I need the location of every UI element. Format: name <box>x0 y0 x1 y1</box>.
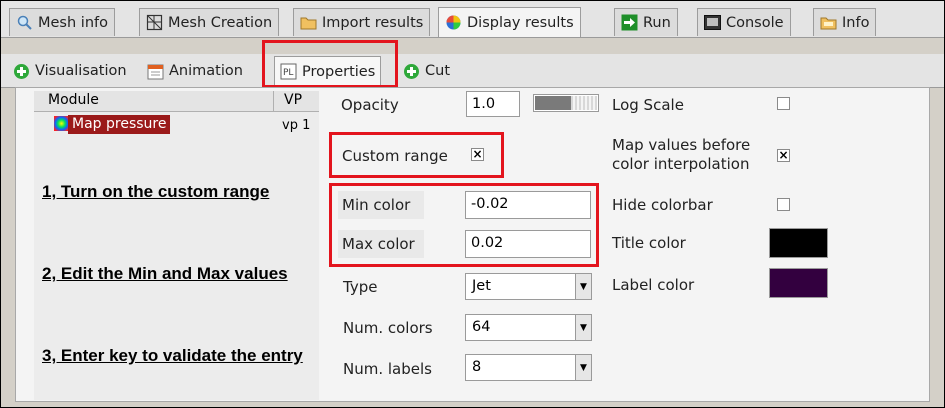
tab-import-results[interactable]: Import results <box>293 8 431 36</box>
num-labels-select[interactable]: 8 ▼ <box>465 354 592 381</box>
min-color-field[interactable]: -0.02 <box>465 191 591 219</box>
main-tab-bar: Mesh info Mesh Creation Import results D… <box>1 1 944 38</box>
hide-colorbar-label: Hide colorbar <box>612 196 713 214</box>
chevron-down-icon[interactable]: ▼ <box>575 315 591 340</box>
arrow-right-icon <box>621 14 638 31</box>
custom-range-label: Custom range <box>342 147 448 165</box>
sub-tab-bar: Visualisation Animation PL Properties Cu… <box>1 54 944 88</box>
tab-cut[interactable]: Cut <box>398 56 455 86</box>
type-select-value: Jet <box>472 278 491 294</box>
terminal-icon <box>704 14 721 31</box>
vp-column-header[interactable]: VP <box>284 92 302 108</box>
num-labels-label: Num. labels <box>343 360 432 378</box>
map-values-label-line2: color interpolation <box>612 155 750 173</box>
properties-tab-highlight <box>262 40 398 88</box>
tab-mesh-creation[interactable]: Mesh Creation <box>139 8 280 36</box>
plus-green-icon <box>13 63 30 80</box>
instruction-2: 2, Edit the Min and Max values <box>42 264 288 283</box>
instruction-3: 3, Enter key to validate the entry <box>42 346 303 365</box>
type-label: Type <box>343 278 378 296</box>
magnifier-icon <box>16 14 33 31</box>
hide-colorbar-checkbox[interactable] <box>777 198 790 211</box>
log-scale-checkbox[interactable] <box>777 97 790 110</box>
chevron-down-icon[interactable]: ▼ <box>575 355 591 380</box>
module-list-header: Module VP <box>34 91 319 112</box>
module-item-vp: vp 1 <box>282 118 311 133</box>
tab-info[interactable]: Info <box>813 8 877 36</box>
opacity-slider-handle[interactable] <box>535 96 571 110</box>
tab-mesh-info[interactable]: Mesh info <box>9 8 115 36</box>
opacity-slider[interactable] <box>533 94 599 112</box>
grid-icon <box>146 14 163 31</box>
num-labels-select-value: 8 <box>472 359 482 375</box>
tab-run[interactable]: Run <box>614 8 678 36</box>
log-scale-label: Log Scale <box>612 96 684 114</box>
label-color-swatch[interactable] <box>769 268 828 298</box>
tab-animation[interactable]: Animation <box>142 56 248 86</box>
module-item[interactable]: Map pressure vp 1 <box>54 115 318 135</box>
opacity-label: Opacity <box>341 96 399 114</box>
map-values-checkbox[interactable]: × <box>777 149 790 162</box>
opacity-field[interactable]: 1.0 <box>466 91 520 117</box>
max-color-field[interactable]: 0.02 <box>465 230 591 258</box>
tab-display-results[interactable]: Display results <box>438 7 581 37</box>
instruction-1: 1, Turn on the custom range <box>42 182 270 201</box>
colormap-icon <box>54 116 69 131</box>
custom-range-checkbox[interactable]: × <box>471 148 484 161</box>
plus-green-icon <box>403 63 420 80</box>
map-values-label-line1: Map values before <box>612 136 751 154</box>
column-divider <box>273 91 274 111</box>
type-select[interactable]: Jet ▼ <box>465 273 592 300</box>
color-wheel-icon <box>445 14 462 31</box>
label-color-label: Label color <box>612 276 695 294</box>
calendar-icon <box>147 63 164 80</box>
chevron-down-icon[interactable]: ▼ <box>575 274 591 299</box>
map-values-label: Map values before color interpolation <box>612 136 750 174</box>
min-color-label: Min color <box>342 196 411 214</box>
tab-console[interactable]: Console <box>697 8 791 36</box>
num-colors-select-value: 64 <box>472 319 491 335</box>
tab-visualisation[interactable]: Visualisation <box>8 56 132 86</box>
module-column-header[interactable]: Module <box>48 92 99 108</box>
info-folder-icon <box>820 14 837 31</box>
title-color-label: Title color <box>612 234 686 252</box>
num-colors-select[interactable]: 64 ▼ <box>465 314 592 341</box>
num-colors-label: Num. colors <box>343 319 433 337</box>
module-item-name: Map pressure <box>68 115 171 134</box>
folder-icon <box>300 14 317 31</box>
max-color-label: Max color <box>342 235 415 253</box>
title-color-swatch[interactable] <box>769 228 828 258</box>
